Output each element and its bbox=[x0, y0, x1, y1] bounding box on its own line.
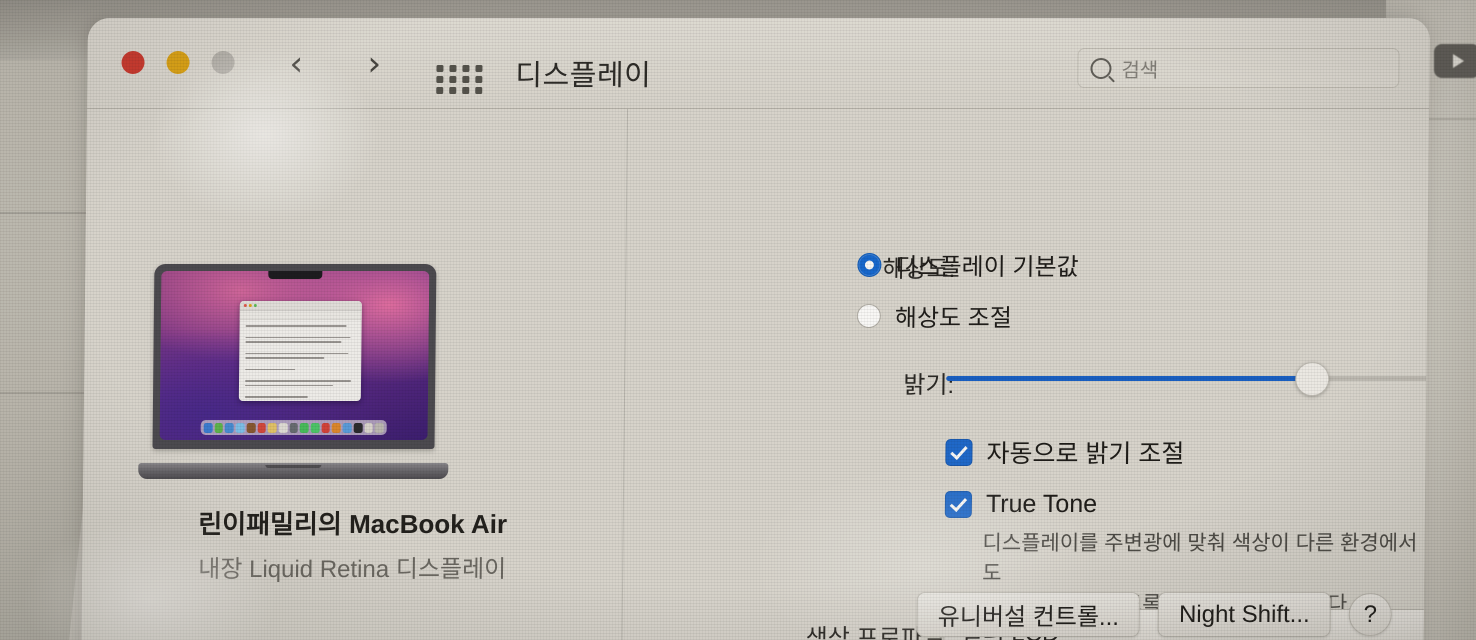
forward-chevron-icon[interactable]: › bbox=[367, 44, 381, 84]
preview-window-toolbar bbox=[239, 311, 362, 321]
photographed-screen: ‹ › 디스플레이 검색 린이패밀리의 MacBook Air 내장 Liqui… bbox=[0, 0, 1476, 640]
window-body: 린이패밀리의 MacBook Air 내장 Liquid Retina 디스플레… bbox=[81, 109, 1430, 640]
search-icon bbox=[1090, 57, 1112, 79]
search-field[interactable]: 검색 bbox=[1077, 48, 1400, 88]
display-toggles: 자동으로 밝기 조절 True Tone bbox=[944, 434, 1185, 539]
display-settings-pane: 해상도: 디스플레이 기본값 해상도 조절 밝기: 자동으로 밝기 조절 Tru… bbox=[621, 109, 1430, 640]
play-triangle bbox=[1453, 54, 1464, 68]
laptop-base bbox=[138, 463, 449, 479]
page-title: 디스플레이 bbox=[515, 60, 652, 92]
display-preview-pane: 린이패밀리의 MacBook Air 내장 Liquid Retina 디스플레… bbox=[81, 109, 627, 640]
radio-label: 디스플레이 기본값 bbox=[895, 254, 1079, 281]
checkbox-true-tone[interactable]: True Tone bbox=[944, 490, 1184, 519]
checkbox-label: True Tone bbox=[985, 490, 1098, 518]
action-buttons: 유니버설 컨트롤... Night Shift... ? bbox=[916, 592, 1392, 637]
play-icon[interactable] bbox=[1434, 44, 1476, 78]
device-name: 린이패밀리의 MacBook Air bbox=[198, 509, 508, 539]
resolution-options: 디스플레이 기본값 해상도 조절 bbox=[856, 247, 1079, 349]
close-button[interactable] bbox=[121, 51, 145, 74]
brightness-label: 밝기: bbox=[903, 372, 955, 399]
radio-icon-unselected[interactable] bbox=[856, 303, 882, 328]
display-preferences-window: ‹ › 디스플레이 검색 린이패밀리의 MacBook Air 내장 Liqui… bbox=[81, 18, 1430, 640]
device-subtitle: 내장 Liquid Retina 디스플레이 bbox=[198, 556, 507, 583]
radio-label: 해상도 조절 bbox=[894, 305, 1013, 332]
window-toolbar: ‹ › 디스플레이 검색 bbox=[87, 18, 1430, 109]
universal-control-button[interactable]: 유니버설 컨트롤... bbox=[916, 592, 1141, 637]
laptop-lid bbox=[152, 264, 437, 449]
zoom-button[interactable] bbox=[211, 51, 235, 74]
help-button[interactable]: ? bbox=[1348, 593, 1392, 636]
slider-fill bbox=[946, 376, 1313, 381]
screen-notch bbox=[268, 271, 323, 279]
checkbox-icon-checked[interactable] bbox=[945, 438, 973, 466]
radio-display-default[interactable]: 디스플레이 기본값 bbox=[857, 247, 1079, 282]
preview-text-lines bbox=[238, 320, 361, 401]
radio-scaled[interactable]: 해상도 조절 bbox=[856, 298, 1079, 333]
checkbox-icon-checked[interactable] bbox=[944, 491, 973, 518]
color-profile-label: 색상 프로파일: bbox=[805, 625, 952, 640]
checkbox-auto-brightness[interactable]: 자동으로 밝기 조절 bbox=[945, 434, 1184, 470]
night-shift-button[interactable]: Night Shift... bbox=[1157, 592, 1331, 637]
grid-icon[interactable] bbox=[436, 65, 484, 94]
preview-dock bbox=[200, 420, 387, 435]
preview-document-window bbox=[238, 301, 362, 402]
checkbox-label: 자동으로 밝기 조절 bbox=[986, 440, 1185, 468]
slider-thumb[interactable] bbox=[1294, 362, 1330, 396]
minimize-button[interactable] bbox=[166, 51, 190, 74]
brightness-slider[interactable] bbox=[946, 362, 1430, 396]
traffic-lights bbox=[121, 51, 235, 74]
radio-icon-selected[interactable] bbox=[857, 252, 882, 277]
search-placeholder: 검색 bbox=[1121, 59, 1159, 82]
back-chevron-icon[interactable]: ‹ bbox=[289, 44, 303, 84]
laptop-screen bbox=[159, 271, 430, 440]
macbook-air-illustration bbox=[138, 264, 450, 479]
preview-window-titlebar bbox=[239, 301, 362, 312]
